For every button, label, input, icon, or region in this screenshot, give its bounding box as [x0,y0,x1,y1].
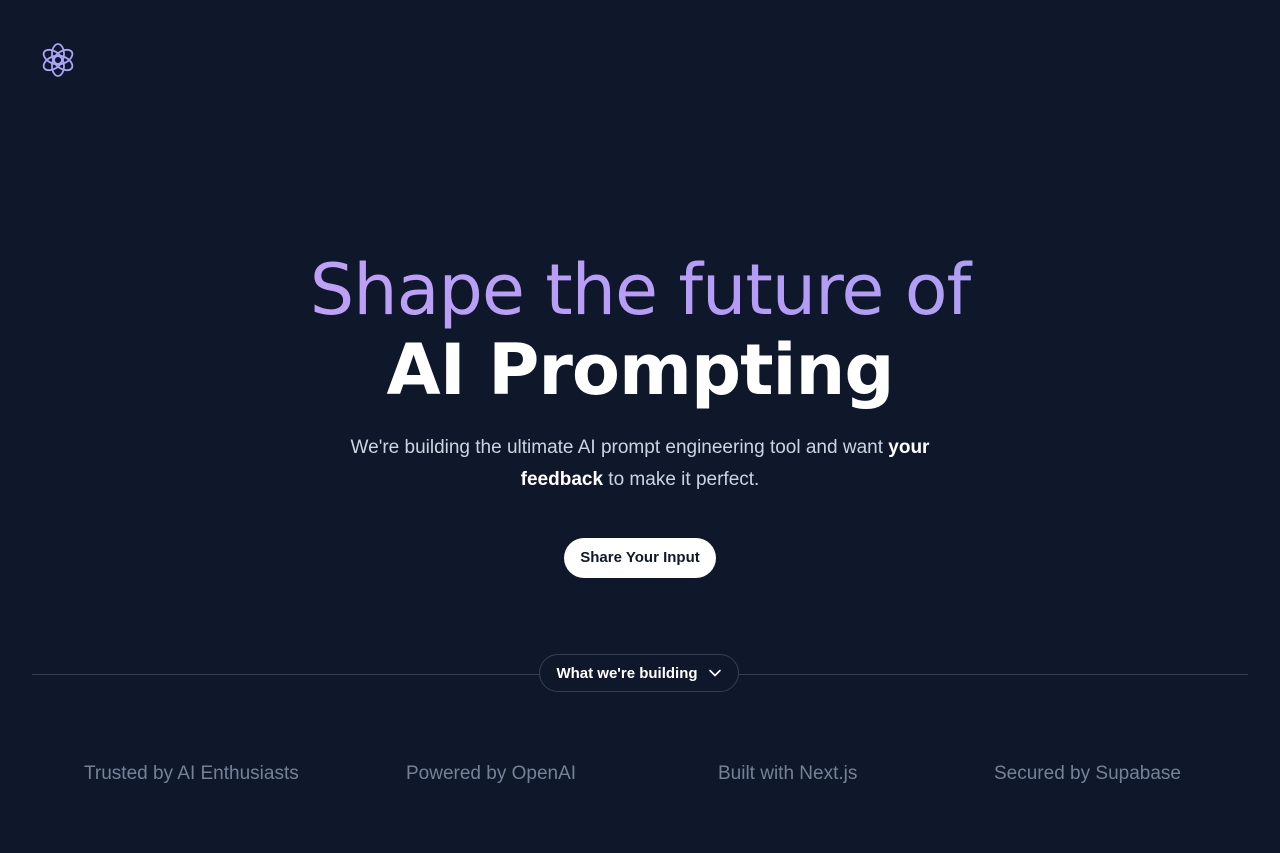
footer-item-secured: Secured by Supabase [994,763,1181,784]
what-we-are-building-toggle[interactable]: What we're building [539,654,739,692]
subtitle-suffix: to make it perfect. [603,469,760,490]
footer-item-trusted: Trusted by AI Enthusiasts [84,763,299,784]
toggle-label: What we're building [556,664,698,682]
footer-item-powered: Powered by OpenAI [406,763,577,784]
hero-subtitle: We're building the ultimate AI prompt en… [340,432,940,496]
hero-section: Shape the future of AI Prompting We're b… [0,240,1280,578]
landing-page: Shape the future of AI Prompting We're b… [0,0,1280,853]
openai-logo-icon[interactable] [40,42,76,78]
headline-line-2: AI Prompting [386,329,895,411]
headline-line-1: Shape the future of [0,250,1280,330]
subtitle-text: We're building the ultimate AI prompt en… [350,437,889,458]
chevron-down-icon [708,666,722,680]
footer-item-built: Built with Next.js [718,763,858,784]
share-input-button[interactable]: Share Your Input [564,538,716,578]
